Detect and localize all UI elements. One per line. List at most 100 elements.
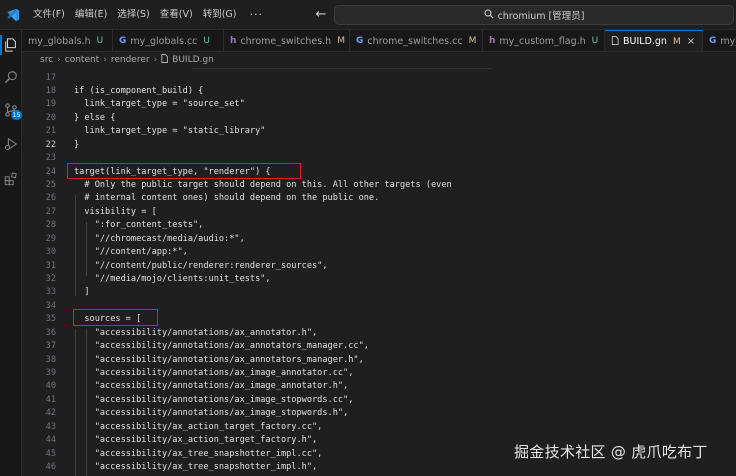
code-text: "accessibility/annotations/ax_image_stop… xyxy=(74,394,354,405)
code-text: visibility = [ xyxy=(74,206,157,217)
code-line: 26 # internal content ones) should depen… xyxy=(22,191,736,204)
line-number: 31 xyxy=(45,260,56,271)
code-line: 29 "//chromecast/media/audio:*", xyxy=(22,232,736,245)
line-number: 21 xyxy=(45,125,56,136)
code-text: "accessibility/ax_tree_snapshotter_impl.… xyxy=(74,448,323,459)
breadcrumb-content[interactable]: content xyxy=(65,55,99,65)
code-text: "//media/mojo/clients:unit_tests", xyxy=(74,273,271,284)
command-center-label: chromium [管理员] xyxy=(497,11,585,22)
tab-my-globals-h[interactable]: my_globals.h U xyxy=(22,30,113,51)
code-line: 42 "accessibility/annotations/ax_image_s… xyxy=(22,406,736,419)
breadcrumb-renderer[interactable]: renderer xyxy=(111,55,150,65)
document-file-icon xyxy=(161,54,169,66)
activity-bar: 15 xyxy=(0,30,22,476)
search-icon[interactable] xyxy=(0,64,22,90)
tab-my-globals-cc[interactable]: G my_globals.cc U xyxy=(113,30,224,51)
chevron-right-icon: › xyxy=(57,55,61,65)
cpp-file-icon: G xyxy=(356,36,364,46)
line-number: 33 xyxy=(45,286,56,297)
code-text: } xyxy=(74,139,80,150)
code-line: 46 "accessibility/ax_tree_snapshotter_im… xyxy=(22,460,736,473)
line-number: 34 xyxy=(45,300,56,311)
explorer-icon[interactable] xyxy=(0,32,22,58)
line-number: 22 xyxy=(45,139,56,150)
line-number: 37 xyxy=(45,340,56,351)
code-line: 17 xyxy=(22,71,736,84)
code-text: "accessibility/annotations/ax_annotators… xyxy=(74,354,364,365)
tab-label: BUILD.gn xyxy=(623,36,667,47)
extensions-icon[interactable] xyxy=(0,166,22,192)
tab-chrome-switches-cc[interactable]: G chrome_switches.cc M xyxy=(350,30,483,51)
source-control-icon[interactable]: 15 xyxy=(0,97,22,123)
tab-my-overflow[interactable]: G my_ xyxy=(703,30,736,51)
code-line: 33 ] xyxy=(22,285,736,298)
run-debug-icon[interactable] xyxy=(0,131,22,157)
back-arrow-icon[interactable]: ← xyxy=(311,5,331,25)
untracked-status: U xyxy=(203,36,210,46)
watermark: 掘金技术社区 @ 虎爪吃布丁 xyxy=(514,443,708,461)
tab-label: chrome_switches.h xyxy=(240,35,332,47)
line-number: 29 xyxy=(45,233,56,244)
tab-label: chrome_switches.cc xyxy=(367,35,463,47)
code-text: "accessibility/annotations/ax_annotators… xyxy=(74,340,369,351)
breadcrumb-file[interactable]: BUILD.gn xyxy=(172,55,214,65)
line-number: 42 xyxy=(45,407,56,418)
code-text: "//content/public/renderer:renderer_sour… xyxy=(74,260,328,271)
document-file-icon xyxy=(611,35,619,48)
line-number: 43 xyxy=(45,421,56,432)
code-text: } else { xyxy=(74,112,116,123)
code-text: "//content/app:*", xyxy=(74,246,188,257)
line-number: 40 xyxy=(45,380,56,391)
chevron-right-icon: › xyxy=(153,55,158,65)
tab-build-gn[interactable]: BUILD.gn M × xyxy=(605,30,703,51)
menu-go[interactable]: 转到(G) xyxy=(198,4,242,26)
menu-view[interactable]: 查看(V) xyxy=(155,4,198,26)
editor-tabs: my_globals.h U G my_globals.cc U h chrom… xyxy=(22,30,736,52)
code-text: "accessibility/ax_tree_snapshotter_impl.… xyxy=(74,461,318,472)
code-line: 27 visibility = [ xyxy=(22,205,736,218)
code-line: 39 "accessibility/annotations/ax_image_a… xyxy=(22,366,736,379)
code-text: if (is_component_build) { xyxy=(74,85,204,96)
code-text: "accessibility/annotations/ax_image_anno… xyxy=(74,380,349,391)
line-number: 19 xyxy=(45,98,56,109)
line-number: 24 xyxy=(45,166,56,177)
menu-edit[interactable]: 编辑(E) xyxy=(70,4,112,26)
tab-label: my_globals.cc xyxy=(130,35,198,47)
line-number: 45 xyxy=(45,448,56,459)
code-editor[interactable]: 17 18 if (is_component_build) { 19 link_t… xyxy=(22,68,736,476)
menu-selection[interactable]: 选择(S) xyxy=(112,4,154,26)
breadcrumb-src[interactable]: src xyxy=(40,55,53,65)
tab-label: my_globals.h xyxy=(28,35,91,47)
code-line: 41 "accessibility/annotations/ax_image_s… xyxy=(22,393,736,406)
breadcrumb: src › content › renderer › BUILD.gn xyxy=(22,52,736,68)
line-number: 44 xyxy=(45,434,56,445)
untracked-status: U xyxy=(96,36,104,46)
code-text: link_target_type = "static_library" xyxy=(74,125,266,136)
cpp-file-icon: G xyxy=(119,36,127,46)
code-text: "accessibility/annotations/ax_image_anno… xyxy=(74,367,354,378)
line-number: 35 xyxy=(45,313,56,324)
line-number: 18 xyxy=(45,85,56,96)
code-text: ] xyxy=(74,286,90,297)
code-text: link_target_type = "source_set" xyxy=(74,98,245,109)
search-icon xyxy=(484,8,494,22)
code-line: 25 # Only the public target should depen… xyxy=(22,178,736,191)
modified-status: M xyxy=(337,36,345,46)
close-icon[interactable]: × xyxy=(687,36,695,47)
tab-chrome-switches-h[interactable]: h chrome_switches.h M xyxy=(224,30,350,51)
line-number: 23 xyxy=(45,152,56,163)
annotation-box-target xyxy=(67,163,301,179)
code-line: 30 "//content/app:*", xyxy=(22,245,736,258)
menu-more-icon[interactable]: ··· xyxy=(241,8,271,21)
menu-file[interactable]: 文件(F) xyxy=(28,4,70,26)
code-line: 32 "//media/mojo/clients:unit_tests", xyxy=(22,272,736,285)
code-line: 40 "accessibility/annotations/ax_image_a… xyxy=(22,379,736,392)
code-line: 36 "accessibility/annotations/ax_annotat… xyxy=(22,326,736,339)
line-number: 25 xyxy=(45,179,56,190)
code-text: # internal content ones) should depend o… xyxy=(74,192,380,203)
code-line: 22} xyxy=(22,138,736,151)
command-center-search[interactable]: chromium [管理员] xyxy=(334,5,734,25)
line-number: 30 xyxy=(45,246,56,257)
tab-my-custom-flag-h[interactable]: h my_custom_flag.h U xyxy=(483,30,605,51)
code-line: 19 link_target_type = "source_set" xyxy=(22,97,736,110)
